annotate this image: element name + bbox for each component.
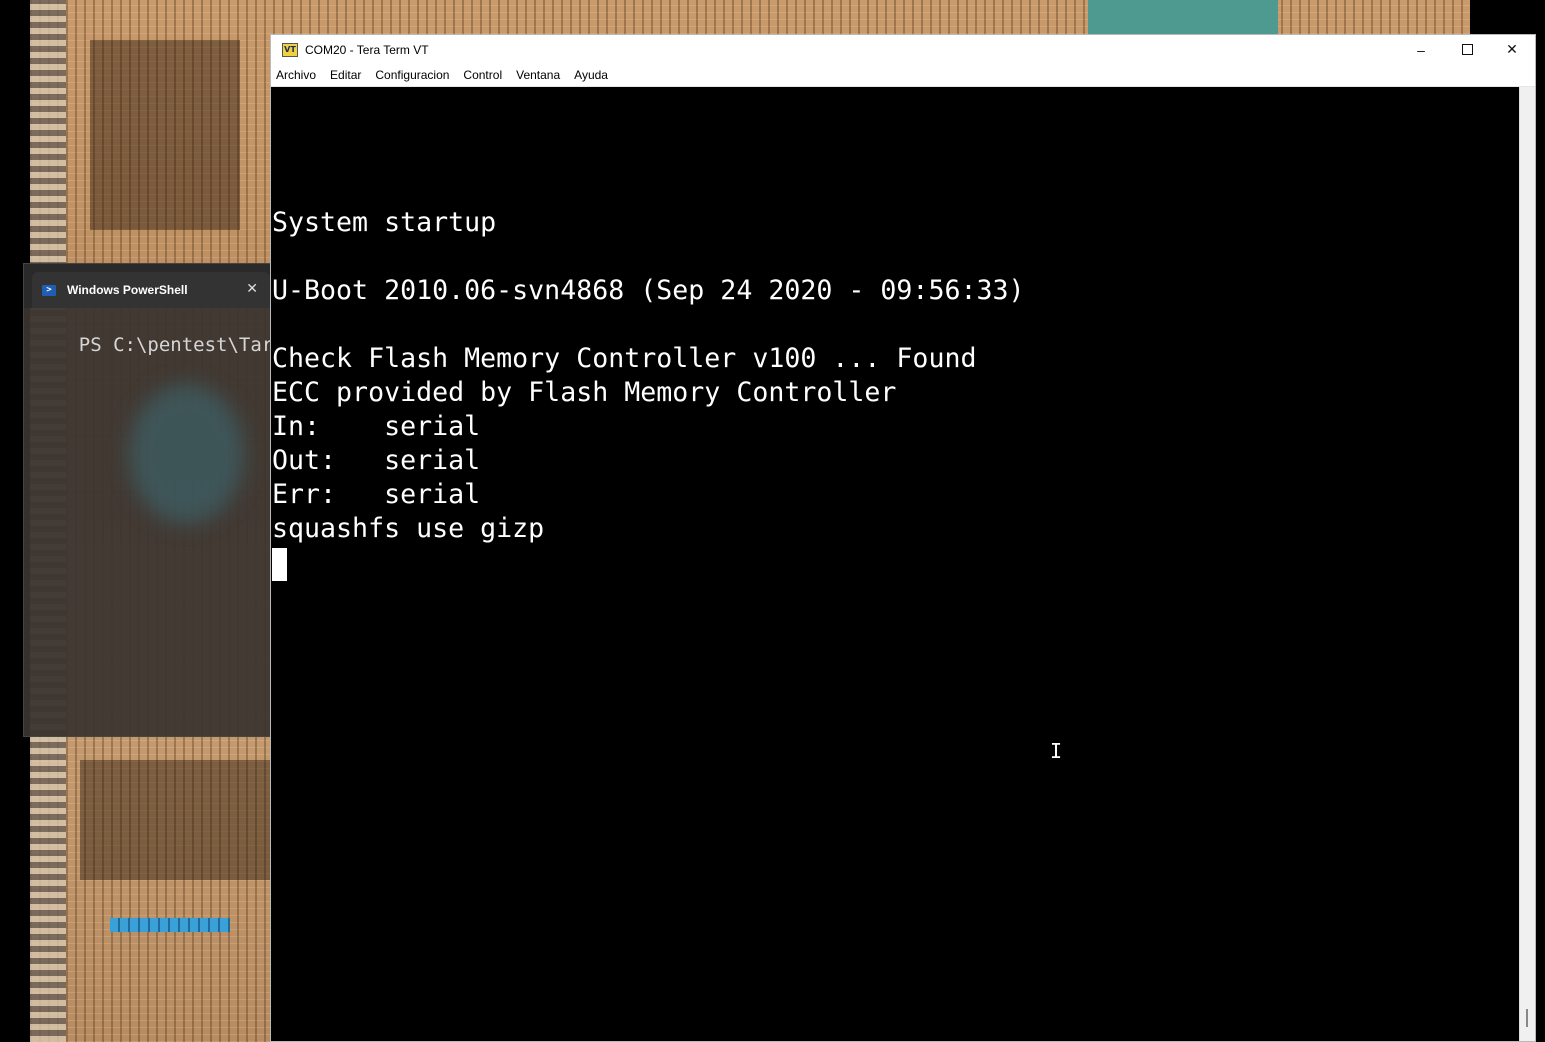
powershell-console[interactable]: PS C:\pentest\Tarl [24, 308, 277, 382]
powershell-icon: > [42, 284, 56, 296]
scrollbar-thumb[interactable] [1526, 1009, 1528, 1027]
wallpaper-dark-region [80, 760, 270, 880]
window-title: COM20 - Tera Term VT [305, 42, 429, 57]
powershell-tab[interactable]: > Windows PowerShell ✕ [32, 272, 270, 308]
close-icon[interactable]: ✕ [246, 280, 258, 297]
menu-editar[interactable]: Editar [323, 68, 368, 82]
text-cursor-icon: I [1050, 739, 1063, 763]
menu-ventana[interactable]: Ventana [509, 68, 567, 82]
powershell-prompt: PS C:\pentest\Tarl [78, 334, 278, 356]
terminal-line: Out: serial [272, 445, 481, 476]
menu-control[interactable]: Control [456, 68, 509, 82]
menu-archivo[interactable]: Archivo [271, 68, 323, 82]
maximize-icon[interactable] [1444, 35, 1490, 64]
powershell-titlebar[interactable]: > Windows PowerShell ✕ [24, 264, 277, 308]
minimize-icon[interactable]: – [1398, 35, 1444, 64]
teraterm-window[interactable]: VT COM20 - Tera Term VT – ✕ Archivo Edit… [270, 34, 1536, 1042]
terminal-line: squashfs use gizp [272, 513, 545, 544]
terminal-cursor [272, 548, 287, 581]
powershell-window[interactable]: > Windows PowerShell ✕ PS C:\pentest\Tar… [23, 263, 278, 737]
menu-ayuda[interactable]: Ayuda [567, 68, 615, 82]
menu-bar: Archivo Editar Configuracion Control Ven… [271, 64, 1535, 87]
teraterm-titlebar[interactable]: VT COM20 - Tera Term VT – ✕ [271, 35, 1535, 64]
wallpaper-teal-block [1088, 0, 1278, 36]
vertical-scrollbar[interactable] [1519, 87, 1535, 1041]
wallpaper-blue-block [110, 918, 230, 932]
terminal-line: U-Boot 2010.06-svn4868 (Sep 24 2020 - 09… [272, 275, 1025, 306]
terminal-line: ECC provided by Flash Memory Controller [272, 377, 897, 408]
terminal-line: System startup [272, 207, 497, 238]
powershell-tab-title: Windows PowerShell [67, 283, 188, 297]
terminal-area[interactable]: System startup U-Boot 2010.06-svn4868 (S… [271, 87, 1520, 1041]
close-icon[interactable]: ✕ [1489, 35, 1535, 64]
terminal-line: In: serial [272, 411, 481, 442]
powershell-background-image [129, 384, 244, 524]
terminal-line: Err: serial [272, 479, 481, 510]
wallpaper-dark-region [90, 40, 240, 230]
terminal-line: Check Flash Memory Controller v100 ... F… [272, 343, 977, 374]
teraterm-app-icon: VT [282, 42, 298, 57]
screen-edge [1536, 36, 1545, 1042]
menu-configuracion[interactable]: Configuracion [368, 68, 456, 82]
